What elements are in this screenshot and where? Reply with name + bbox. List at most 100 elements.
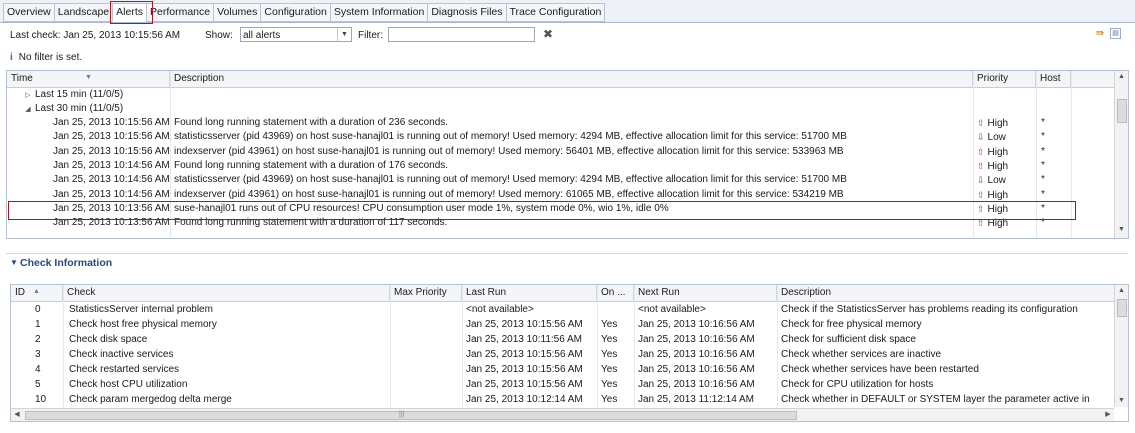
alert-row[interactable]: Jan 25, 2013 10:14:56 AM indexserver (pid… [7, 188, 1114, 202]
alert-description: statisticsserver (pid 43969) on host sus… [174, 174, 847, 186]
check-id: 5 [35, 379, 41, 390]
alert-time: Jan 25, 2013 10:14:56 AM [53, 188, 170, 200]
alert-priority: ⇧ High [977, 145, 1035, 159]
scroll-up-icon[interactable]: ▲ [1115, 285, 1128, 297]
check-check: StatisticsServer internal problem [69, 304, 213, 315]
alert-priority-label: Low [987, 175, 1006, 187]
check-row[interactable]: 0 StatisticsServer internal problem <not a… [11, 302, 1114, 317]
priority-up-arrow-icon: ⇧ [977, 189, 985, 200]
scroll-down-icon[interactable]: ▼ [1115, 395, 1128, 407]
check-next-run: Jan 25, 2013 10:16:56 AM [638, 334, 755, 345]
tab-alerts[interactable]: Alerts [112, 3, 146, 22]
column-header-next-run[interactable]: Next Run [634, 285, 777, 301]
check-description: Check for CPU utilization for hosts [781, 379, 934, 390]
tab-performance[interactable]: Performance [146, 3, 214, 22]
priority-down-arrow-icon: ⇩ [977, 175, 985, 186]
scroll-right-icon[interactable]: ▶ [1102, 409, 1114, 421]
collapsed-twistie-icon[interactable]: ▷ [21, 89, 35, 102]
column-header-description-label: Description [781, 287, 832, 298]
check-id: 3 [35, 349, 41, 360]
check-row[interactable]: 2 Check disk space Jan 25, 2013 10:11:56 A… [11, 332, 1114, 347]
scrollbar-thumb[interactable] [1117, 299, 1127, 317]
tab-diagnosis-files[interactable]: Diagnosis Files [427, 3, 506, 22]
alert-description: Found long running statement with a dura… [174, 117, 449, 128]
alert-row[interactable]: Jan 25, 2013 10:13:56 AM Found long runni… [7, 216, 1114, 230]
scroll-down-icon[interactable]: ▼ [1115, 224, 1128, 236]
alert-time: Jan 25, 2013 10:15:56 AM [53, 131, 170, 143]
check-check: Check param mergedog delta merge [69, 394, 232, 405]
column-header-description[interactable]: Description [777, 285, 1114, 301]
section-title: Check Information [20, 257, 113, 269]
check-last-run: Jan 25, 2013 10:15:56 AM [466, 364, 583, 375]
check-on [601, 302, 633, 317]
tab-configuration[interactable]: Configuration [260, 3, 330, 22]
column-header-id[interactable]: ID ▲ [11, 285, 63, 301]
column-header-max-priority[interactable]: Max Priority [390, 285, 462, 301]
check-next-run: Jan 25, 2013 11:12:14 AM [638, 394, 755, 405]
check-max-priority [394, 332, 460, 347]
check-row[interactable]: 1 Check host free physical memory Jan 25, … [11, 317, 1114, 332]
tab-system-information[interactable]: System Information [329, 3, 428, 22]
scrollbar-thumb[interactable] [25, 411, 797, 420]
scrollbar-thumb[interactable] [1117, 99, 1127, 123]
alerts-vertical-scrollbar[interactable]: ▲ ▼ [1114, 71, 1128, 238]
alert-row[interactable]: Jan 25, 2013 10:14:56 AM statisticsserver… [7, 173, 1114, 187]
alert-row[interactable]: Jan 25, 2013 10:15:56 AM indexserver (pid… [7, 145, 1114, 159]
expanded-twistie-icon[interactable]: ◢ [21, 103, 35, 116]
alert-priority-label: High [987, 189, 1009, 201]
scroll-left-icon[interactable]: ◀ [11, 409, 23, 421]
check-row[interactable]: 3 Check inactive services Jan 25, 2013 10:… [11, 347, 1114, 362]
alert-priority: ⇧ High [977, 216, 1035, 230]
clear-filter-icon[interactable]: ✖ [543, 27, 553, 41]
check-vertical-scrollbar[interactable]: ▲ ▼ [1114, 285, 1128, 407]
check-last-run: Jan 25, 2013 10:15:56 AM [466, 319, 583, 330]
tab-volumes[interactable]: Volumes [213, 3, 261, 22]
check-max-priority [394, 347, 460, 362]
tab-trace-configuration[interactable]: Trace Configuration [505, 3, 606, 22]
column-header-on[interactable]: On ... [597, 285, 634, 301]
chevron-down-icon[interactable]: ▼ [337, 28, 351, 41]
check-max-priority [394, 302, 460, 317]
check-max-priority [394, 377, 460, 392]
alert-row[interactable]: Jan 25, 2013 10:15:56 AM statisticsserver… [7, 130, 1114, 144]
column-header-id-label: ID [15, 287, 25, 298]
column-header-time[interactable]: Time ▼ [7, 71, 170, 87]
column-header-last-run[interactable]: Last Run [462, 285, 597, 301]
alert-group-row[interactable]: ◢ Last 30 min (11/0/5) [7, 102, 1114, 116]
alert-row[interactable]: Jan 25, 2013 10:13:56 AM suse-hanajl01 ru… [7, 202, 1114, 216]
column-header-check-label: Check [67, 287, 96, 298]
check-information-section-header[interactable]: ▼ Check Information [6, 253, 1128, 272]
alert-row[interactable]: Jan 25, 2013 10:14:56 AM Found long runni… [7, 159, 1114, 173]
check-id: 1 [35, 319, 41, 330]
tab-overview[interactable]: Overview [3, 3, 54, 22]
column-header-check[interactable]: Check [63, 285, 390, 301]
tab-landscape[interactable]: Landscape [53, 3, 113, 22]
export-icon[interactable]: ⇛ [1094, 28, 1106, 40]
check-row[interactable]: 5 Check host CPU utilization Jan 25, 2013 … [11, 377, 1114, 392]
alert-group-row[interactable]: ▷ Last 15 min (11/0/5) [7, 88, 1114, 102]
scroll-up-icon[interactable]: ▲ [1115, 71, 1128, 83]
alert-description: Found long running statement with a dura… [174, 217, 448, 229]
check-table: ID ▲ Check Max Priority Last Run On ... … [10, 284, 1129, 422]
check-on: Yes [601, 334, 618, 345]
alert-description: statisticsserver (pid 43969) on host sus… [174, 131, 847, 143]
show-select-value: all alerts [243, 30, 281, 41]
check-row[interactable]: 4 Check restarted services Jan 25, 2013 10… [11, 362, 1114, 377]
column-header-host[interactable]: Host [1036, 71, 1071, 87]
alert-time: Jan 25, 2013 10:13:56 AM [53, 217, 170, 229]
alerts-table: Time ▼ Description Priority Host ▷ Last 1… [6, 70, 1129, 239]
collapse-toggle-icon[interactable]: ▼ [10, 258, 18, 267]
check-horizontal-scrollbar[interactable]: ◀ ||| ▶ [11, 408, 1114, 421]
alert-time: Jan 25, 2013 10:14:56 AM [53, 159, 170, 171]
check-on: Yes [601, 349, 618, 360]
check-on: Yes [601, 379, 618, 390]
show-select[interactable]: all alerts ▼ [240, 27, 352, 42]
filter-input[interactable] [388, 27, 535, 42]
alert-row[interactable]: Jan 25, 2013 10:15:56 AM Found long runni… [7, 116, 1114, 130]
priority-down-arrow-icon: ⇩ [977, 132, 985, 143]
column-header-description[interactable]: Description [170, 71, 973, 87]
alert-host: * [1041, 188, 1045, 200]
check-row[interactable]: 10 Check param mergedog delta merge Jan 25… [11, 392, 1114, 407]
settings-icon[interactable]: ▤ [1110, 28, 1121, 39]
column-header-priority[interactable]: Priority [973, 71, 1036, 87]
